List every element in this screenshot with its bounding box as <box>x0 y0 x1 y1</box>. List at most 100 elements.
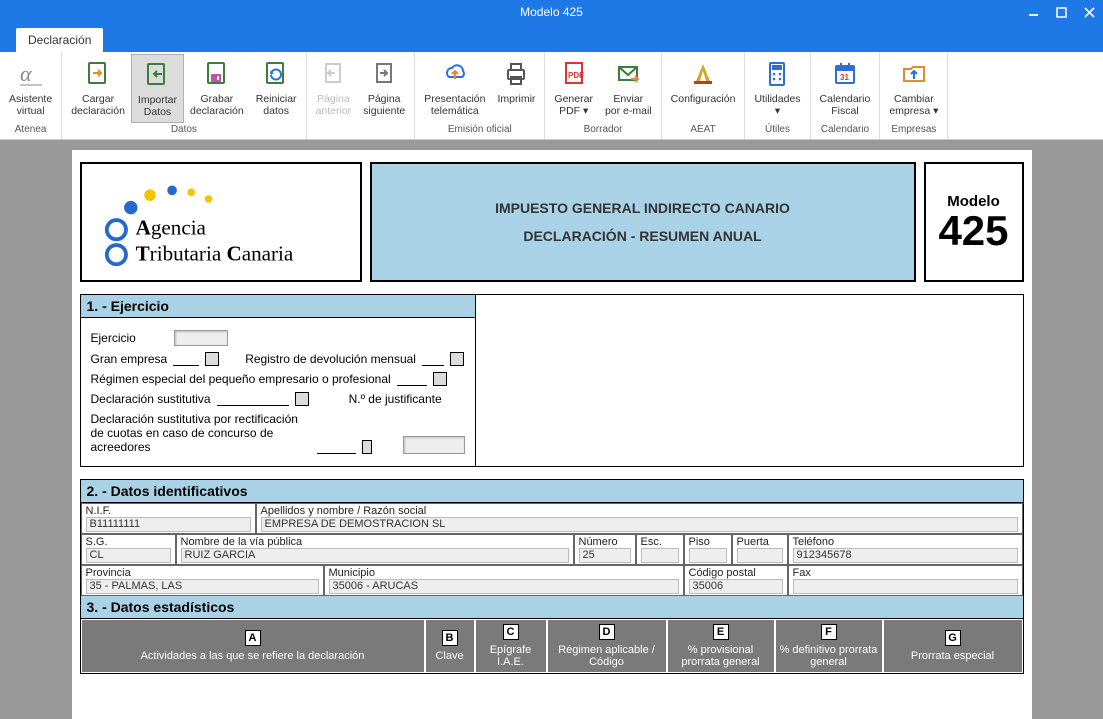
printer-icon <box>500 58 532 90</box>
ribbon-group-label <box>310 135 412 137</box>
esc-label: Esc. <box>641 536 679 548</box>
ejercicio-label: Ejercicio <box>91 331 136 345</box>
ribbon-button-label: Enviar por e-mail <box>605 93 652 117</box>
svg-text:31: 31 <box>840 73 849 82</box>
via-label: Nombre de la vía pública <box>181 536 569 548</box>
num-label: Número <box>579 536 631 548</box>
nombre-value[interactable]: EMPRESA DE DEMOSTRACION SL <box>261 517 1018 532</box>
form-title-box: IMPUESTO GENERAL INDIRECTO CANARIO DECLA… <box>370 162 916 282</box>
ribbon-button[interactable]: Grabar declaración <box>184 54 250 121</box>
tel-label: Teléfono <box>793 536 1018 548</box>
col-g-label: Prorrata especial <box>911 650 994 662</box>
alpha-icon: α <box>15 58 47 90</box>
puerta-value[interactable] <box>737 548 783 563</box>
cloud-up-icon <box>439 58 471 90</box>
window-title: Modelo 425 <box>520 5 583 19</box>
prov-label: Provincia <box>86 567 319 579</box>
ribbon-tabstrip: Declaración <box>0 24 1103 52</box>
ribbon-button[interactable]: Importar Datos <box>131 54 184 123</box>
window-controls <box>1019 0 1103 24</box>
col-letter-a: A <box>245 630 261 646</box>
via-value[interactable]: RUIZ GARCIA <box>181 548 569 563</box>
pdf-icon: PDF <box>558 58 590 90</box>
ribbon-button[interactable]: α Asistente virtual <box>3 54 58 121</box>
page-next-icon <box>368 58 400 90</box>
cp-value[interactable]: 35006 <box>689 579 783 594</box>
nif-value[interactable]: B11111111 <box>86 517 251 532</box>
ribbon-button-label: Configuración <box>671 93 736 105</box>
ribbon-button-label: Asistente virtual <box>9 93 52 117</box>
mun-value[interactable]: 35006 - ARUCAS <box>329 579 679 594</box>
form-title-1: IMPUESTO GENERAL INDIRECTO CANARIO <box>495 200 790 216</box>
col-f-label: % definitivo prorrata general <box>778 644 880 668</box>
col-e-label: % provisional prorrata general <box>670 644 772 668</box>
esc-value[interactable] <box>641 548 679 563</box>
sg-value[interactable]: CL <box>86 548 171 563</box>
ejercicio-input[interactable] <box>174 330 228 346</box>
registro-checkbox[interactable] <box>450 352 464 366</box>
col-b-label: Clave <box>435 650 463 662</box>
gran-empresa-label: Gran empresa <box>91 352 168 366</box>
ribbon-button[interactable]: Imprimir <box>492 54 542 109</box>
ribbon-button-label: Reiniciar datos <box>256 93 297 117</box>
ribbon-button-label: Presentación telemática <box>424 93 485 117</box>
ribbon-group: α Asistente virtual Atenea <box>0 52 62 139</box>
ribbon-button[interactable]: Enviar por e-mail <box>599 54 658 121</box>
ribbon-button[interactable]: PDFGenerar PDF ▾ <box>548 54 599 121</box>
col-letter-f: F <box>821 624 837 640</box>
ribbon-group-label: Calendario <box>814 124 877 137</box>
regimen-checkbox[interactable] <box>433 372 447 386</box>
col-a-label: Actividades a las que se refiere la decl… <box>141 650 365 662</box>
ribbon-button[interactable]: Utilidades ▾ <box>748 54 806 121</box>
section-2-header: 2. - Datos identificativos <box>81 480 1023 503</box>
justificante-input[interactable] <box>403 436 465 454</box>
ribbon-button[interactable]: Configuración <box>665 54 742 109</box>
sust-rect-label: Declaración sustitutiva por rectificació… <box>91 412 311 454</box>
sustitutiva-checkbox[interactable] <box>295 392 309 406</box>
ribbon: α Asistente virtual Atenea Cargar declaraci… <box>0 52 1103 140</box>
fax-label: Fax <box>793 567 1018 579</box>
svg-text:Agencia: Agencia <box>135 215 206 239</box>
mun-label: Municipio <box>329 567 679 579</box>
nif-label: N.I.F. <box>86 505 251 517</box>
close-button[interactable] <box>1075 0 1103 24</box>
gran-empresa-checkbox[interactable] <box>205 352 219 366</box>
page-prev-icon <box>317 58 349 90</box>
ribbon-button[interactable]: 31 Calendario Fiscal <box>814 54 877 121</box>
folder-up-icon <box>898 58 930 90</box>
ribbon-button[interactable]: Cambiar empresa ▾ <box>883 54 944 121</box>
doc-arrow-right-icon <box>82 58 114 90</box>
form-page: Agencia Tributaria Canaria IMPUESTO GENE… <box>72 150 1032 719</box>
sg-label: S.G. <box>86 536 171 548</box>
prov-value[interactable]: 35 - PALMAS, LAS <box>86 579 319 594</box>
ribbon-group-label: Atenea <box>3 124 58 137</box>
piso-value[interactable] <box>689 548 727 563</box>
ribbon-button[interactable]: Presentación telemática <box>418 54 491 121</box>
svg-text:α: α <box>20 61 32 86</box>
ribbon-group: Presentación telemáticaImprimirEmisión o… <box>415 52 545 139</box>
ribbon-button[interactable]: Reiniciar datos <box>250 54 303 121</box>
ribbon-button-label: Cambiar empresa ▾ <box>889 93 938 117</box>
maximize-button[interactable] <box>1047 0 1075 24</box>
ribbon-group-label: Empresas <box>883 124 944 137</box>
tab-declaracion[interactable]: Declaración <box>16 28 103 52</box>
sust-rect-checkbox[interactable] <box>362 440 372 454</box>
doc-refresh-icon <box>260 58 292 90</box>
document-viewport[interactable]: Agencia Tributaria Canaria IMPUESTO GENE… <box>0 140 1103 719</box>
ribbon-group: Utilidades ▾Útiles <box>745 52 810 139</box>
num-value[interactable]: 25 <box>579 548 631 563</box>
ribbon-button-label: Calendario Fiscal <box>820 93 871 117</box>
col-d-label: Régimen aplicable / Código <box>550 644 664 668</box>
fax-value[interactable] <box>793 579 1018 594</box>
ribbon-button[interactable]: Página siguiente <box>357 54 411 121</box>
ribbon-button[interactable]: Cargar declaración <box>65 54 131 121</box>
col-letter-c: C <box>503 624 519 640</box>
aeat-icon <box>687 58 719 90</box>
tel-value[interactable]: 912345678 <box>793 548 1018 563</box>
registro-label: Registro de devolución mensual <box>245 352 416 366</box>
window-titlebar: Modelo 425 <box>0 0 1103 24</box>
minimize-button[interactable] <box>1019 0 1047 24</box>
ribbon-group: PDFGenerar PDF ▾Enviar por e-mailBorrado… <box>545 52 661 139</box>
section-3-header: 3. - Datos estadísticos <box>81 596 1023 619</box>
modelo-box: Modelo 425 <box>924 162 1024 282</box>
